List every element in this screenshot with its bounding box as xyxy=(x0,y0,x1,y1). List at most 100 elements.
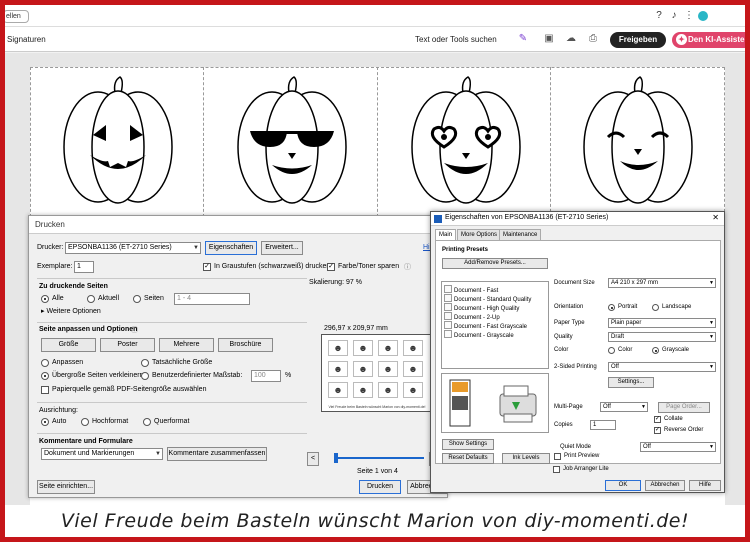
shrink-radio[interactable] xyxy=(41,372,49,380)
collate-checkbox[interactable]: ✓ xyxy=(654,416,661,423)
job-arranger-label: Job Arranger Lite xyxy=(563,466,609,472)
pages-range-radio[interactable] xyxy=(133,295,141,303)
bell-icon[interactable]: ♪ xyxy=(668,10,680,22)
slider-thumb[interactable] xyxy=(334,453,338,463)
share-button[interactable]: Freigeben xyxy=(610,32,666,48)
prev-page-button[interactable]: < xyxy=(307,452,319,466)
quality-select[interactable]: Draft ▼ xyxy=(608,332,716,342)
ink-levels-button[interactable]: Ink Levels xyxy=(502,453,550,464)
page-slider[interactable] xyxy=(334,453,424,463)
preset-item[interactable]: Document - Fast Grayscale xyxy=(444,321,527,330)
quality-label: Quality xyxy=(554,334,573,340)
printer-label: Drucker: xyxy=(37,244,64,251)
portrait-label: Portrait xyxy=(618,304,638,310)
info-icon[interactable]: ⓘ xyxy=(131,325,138,335)
properties-button[interactable]: Eigenschaften xyxy=(205,241,257,255)
search-tools[interactable]: Text oder Tools suchen xyxy=(415,35,497,44)
orientation-auto-label: Auto xyxy=(52,418,67,425)
job-arranger-checkbox[interactable] xyxy=(553,466,560,473)
booklet-button[interactable]: Broschüre xyxy=(218,338,273,352)
fit-label: Anpassen xyxy=(52,359,84,366)
print-icon[interactable]: ⎙ xyxy=(587,33,599,45)
quiet-mode-select[interactable]: Off ▼ xyxy=(640,442,716,452)
settings-button[interactable]: Settings... xyxy=(608,377,654,388)
poster-button[interactable]: Poster xyxy=(100,338,155,352)
two-sided-value: Off xyxy=(611,364,619,370)
multi-page-select[interactable]: Off ▼ xyxy=(600,402,648,412)
signatures-label[interactable]: Signaturen xyxy=(7,35,46,44)
quality-value: Draft xyxy=(611,334,625,340)
tab-more-options[interactable]: More Options xyxy=(457,229,502,240)
document-size-value: A4 210 x 297 mm xyxy=(611,280,659,286)
printer-value: EPSONBA1136 (ET-2710 Series) xyxy=(68,244,172,251)
printer-select[interactable]: EPSONBA1136 (ET-2710 Series) ▼ xyxy=(65,242,201,254)
collate-label: Collate xyxy=(664,416,683,422)
apps-grid-icon[interactable]: ⋮ xyxy=(683,10,695,22)
dimensions-label: 296,97 x 209,97 mm xyxy=(324,325,388,332)
document-size-select[interactable]: A4 210 x 297 mm ▼ xyxy=(608,278,716,288)
preview-pumpkin: ☻ xyxy=(378,382,398,398)
pages-current-radio[interactable] xyxy=(87,295,95,303)
actual-size-radio[interactable] xyxy=(141,359,149,367)
tab-maintenance[interactable]: Maintenance xyxy=(499,229,542,240)
orientation-heading: Ausrichtung: xyxy=(39,407,78,414)
add-remove-presets-button[interactable]: Add/Remove Presets... xyxy=(442,258,548,269)
preset-item[interactable]: Document - Fast xyxy=(444,285,498,294)
orientation-portrait-radio[interactable] xyxy=(81,418,89,426)
preset-item[interactable]: Document - Standard Quality xyxy=(444,294,531,303)
multiple-button[interactable]: Mehrere xyxy=(159,338,214,352)
ok-button[interactable]: OK xyxy=(605,480,641,491)
page-order-button[interactable]: Page Order... xyxy=(658,402,710,413)
close-icon[interactable]: ✕ xyxy=(712,213,719,222)
page-setup-button[interactable]: Seite einrichten... xyxy=(37,480,95,494)
help-icon[interactable]: ? xyxy=(653,10,665,22)
epson-help-button[interactable]: Hilfe xyxy=(689,480,721,491)
upload-icon[interactable]: ☁ xyxy=(565,33,577,45)
ai-tools-icon[interactable]: ✎ xyxy=(517,33,529,45)
divider xyxy=(37,278,307,279)
copies-value: 1 xyxy=(77,263,81,270)
chevron-down-icon: ▼ xyxy=(709,444,714,450)
advanced-button[interactable]: Erweitert... xyxy=(261,241,303,255)
show-settings-button[interactable]: Show Settings xyxy=(442,439,494,450)
save-ink-checkbox[interactable]: ✓ xyxy=(327,263,335,271)
paper-type-select[interactable]: Plain paper ▼ xyxy=(608,318,716,328)
more-options-toggle[interactable]: ▸ Weitere Optionen xyxy=(41,307,101,315)
copies-value: 1 xyxy=(593,422,597,428)
print-preview-checkbox[interactable] xyxy=(554,453,561,460)
pages-all-radio[interactable] xyxy=(41,295,49,303)
comments-select[interactable]: Dokument und Markierungen ▼ xyxy=(41,448,163,460)
save-icon[interactable]: ▣ xyxy=(543,33,555,45)
two-sided-select[interactable]: Off ▼ xyxy=(608,362,716,372)
custom-scale-input[interactable]: 100 xyxy=(251,370,281,382)
epson-logo-icon xyxy=(434,215,442,223)
orientation-auto-radio[interactable] xyxy=(41,418,49,426)
copies-stepper[interactable]: 1 xyxy=(590,420,616,430)
reset-defaults-button[interactable]: Reset Defaults xyxy=(442,453,494,464)
color-radio[interactable] xyxy=(608,347,615,354)
grayscale-radio[interactable] xyxy=(652,347,659,354)
copies-stepper[interactable]: 1 xyxy=(74,261,94,273)
landscape-radio[interactable] xyxy=(652,304,659,311)
info-icon[interactable]: ⓘ xyxy=(404,262,411,272)
orientation-landscape-radio[interactable] xyxy=(143,418,151,426)
size-button[interactable]: Größe xyxy=(41,338,96,352)
summarize-comments-button[interactable]: Kommentare zusammenfassen xyxy=(167,447,267,461)
portrait-radio[interactable] xyxy=(608,304,615,311)
preset-item[interactable]: Document - High Quality xyxy=(444,303,519,312)
custom-scale-radio[interactable] xyxy=(141,372,149,380)
paper-source-checkbox[interactable] xyxy=(41,386,49,394)
epson-cancel-button[interactable]: Abbrechen xyxy=(645,480,685,491)
grayscale-checkbox[interactable]: ✓ xyxy=(203,263,211,271)
ai-assistant-button[interactable]: ✦ Den KI-Assisten xyxy=(672,32,745,48)
footer-caption: Viel Freude beim Basteln wünscht Marion … xyxy=(5,505,745,537)
reverse-order-checkbox[interactable]: ✓ xyxy=(654,427,661,434)
pages-range-input[interactable]: 1 - 4 xyxy=(174,293,250,305)
fit-radio[interactable] xyxy=(41,359,49,367)
tab-pill[interactable]: ellen xyxy=(5,10,29,23)
preview-pumpkin: ☻ xyxy=(353,361,373,377)
preset-item[interactable]: Document - 2-Up xyxy=(444,312,500,321)
preset-item[interactable]: Document - Grayscale xyxy=(444,330,514,339)
account-avatar[interactable] xyxy=(698,11,708,21)
print-button[interactable]: Drucken xyxy=(359,480,401,494)
